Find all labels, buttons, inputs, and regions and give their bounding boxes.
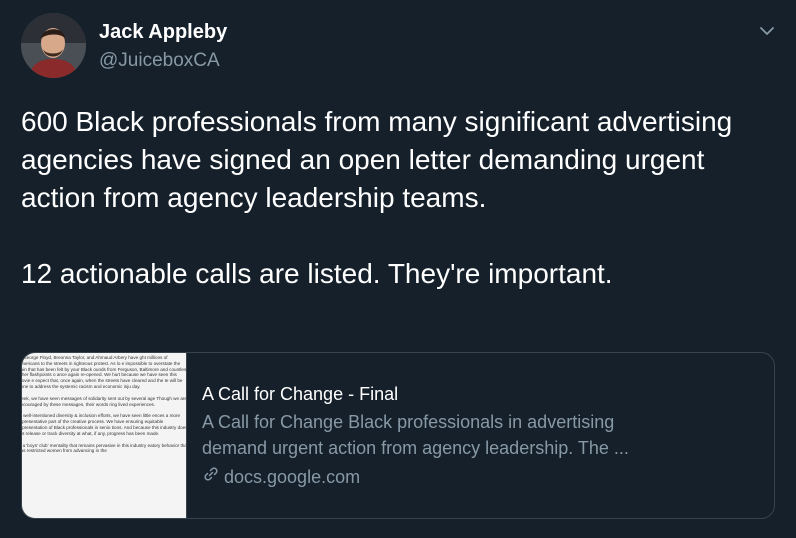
author-name[interactable]: Jack Appleby (99, 21, 227, 44)
author-handle[interactable]: @JuiceboxCA (99, 50, 220, 72)
tweet: Jack Appleby @JuiceboxCA 600 Black profe… (0, 0, 796, 538)
chevron-down-icon[interactable] (758, 24, 776, 38)
avatar[interactable] (21, 13, 86, 78)
tweet-paragraph: 12 actionable calls are listed. They're … (21, 258, 613, 289)
card-domain-text: docs.google.com (224, 467, 361, 487)
thumbnail-text: week, we have seen messages of solidarit… (22, 395, 187, 407)
card-description-line: A Call for Change Black professionals in… (202, 412, 615, 432)
card-domain: docs.google.com (202, 465, 762, 489)
tweet-paragraph: 600 Black professionals from many signif… (21, 106, 733, 213)
card-description-line: demand urgent action from agency leaders… (202, 438, 629, 458)
thumbnail-text: of George Floyd, Breonna Taylor, and Ahm… (22, 355, 187, 389)
card-info: A Call for Change - Final A Call for Cha… (202, 383, 762, 489)
thumbnail-text: is a 'boys' club' mentality that remains… (22, 442, 187, 454)
card-description: A Call for Change Black professionals in… (202, 409, 762, 461)
link-icon (202, 465, 220, 489)
link-preview-card[interactable]: of George Floyd, Breonna Taylor, and Ahm… (21, 352, 775, 519)
tweet-text: 600 Black professionals from many signif… (21, 103, 741, 293)
card-thumbnail: of George Floyd, Breonna Taylor, and Ahm… (22, 353, 187, 518)
card-title: A Call for Change - Final (202, 384, 399, 404)
thumbnail-text: of well-intentioned diversity & inclusio… (22, 413, 187, 436)
avatar-image (21, 13, 86, 78)
